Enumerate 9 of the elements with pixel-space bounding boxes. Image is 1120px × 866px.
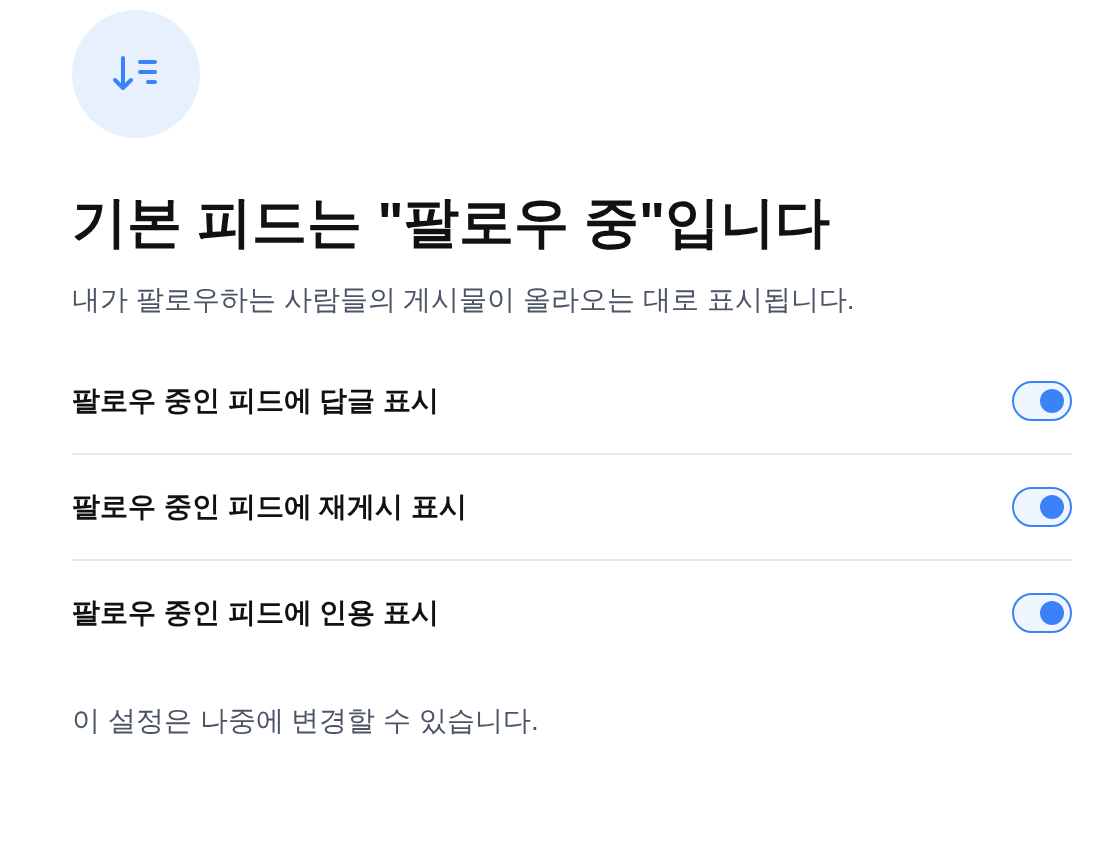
toggle-switch[interactable]: [1012, 487, 1072, 527]
page-title: 기본 피드는 "팔로우 중"입니다: [72, 190, 831, 254]
setting-label: 팔로우 중인 피드에 재게시 표시: [72, 490, 468, 524]
toggle-switch[interactable]: [1012, 593, 1072, 633]
toggle-switch[interactable]: [1012, 381, 1072, 421]
page-subtitle: 내가 팔로우하는 사람들의 게시물이 올라오는 대로 표시됩니다.: [72, 283, 856, 317]
setting-label: 팔로우 중인 피드에 답글 표시: [72, 384, 440, 418]
footer-note: 이 설정은 나중에 변경할 수 있습니다.: [72, 704, 540, 738]
setting-label: 팔로우 중인 피드에 인용 표시: [72, 596, 440, 630]
